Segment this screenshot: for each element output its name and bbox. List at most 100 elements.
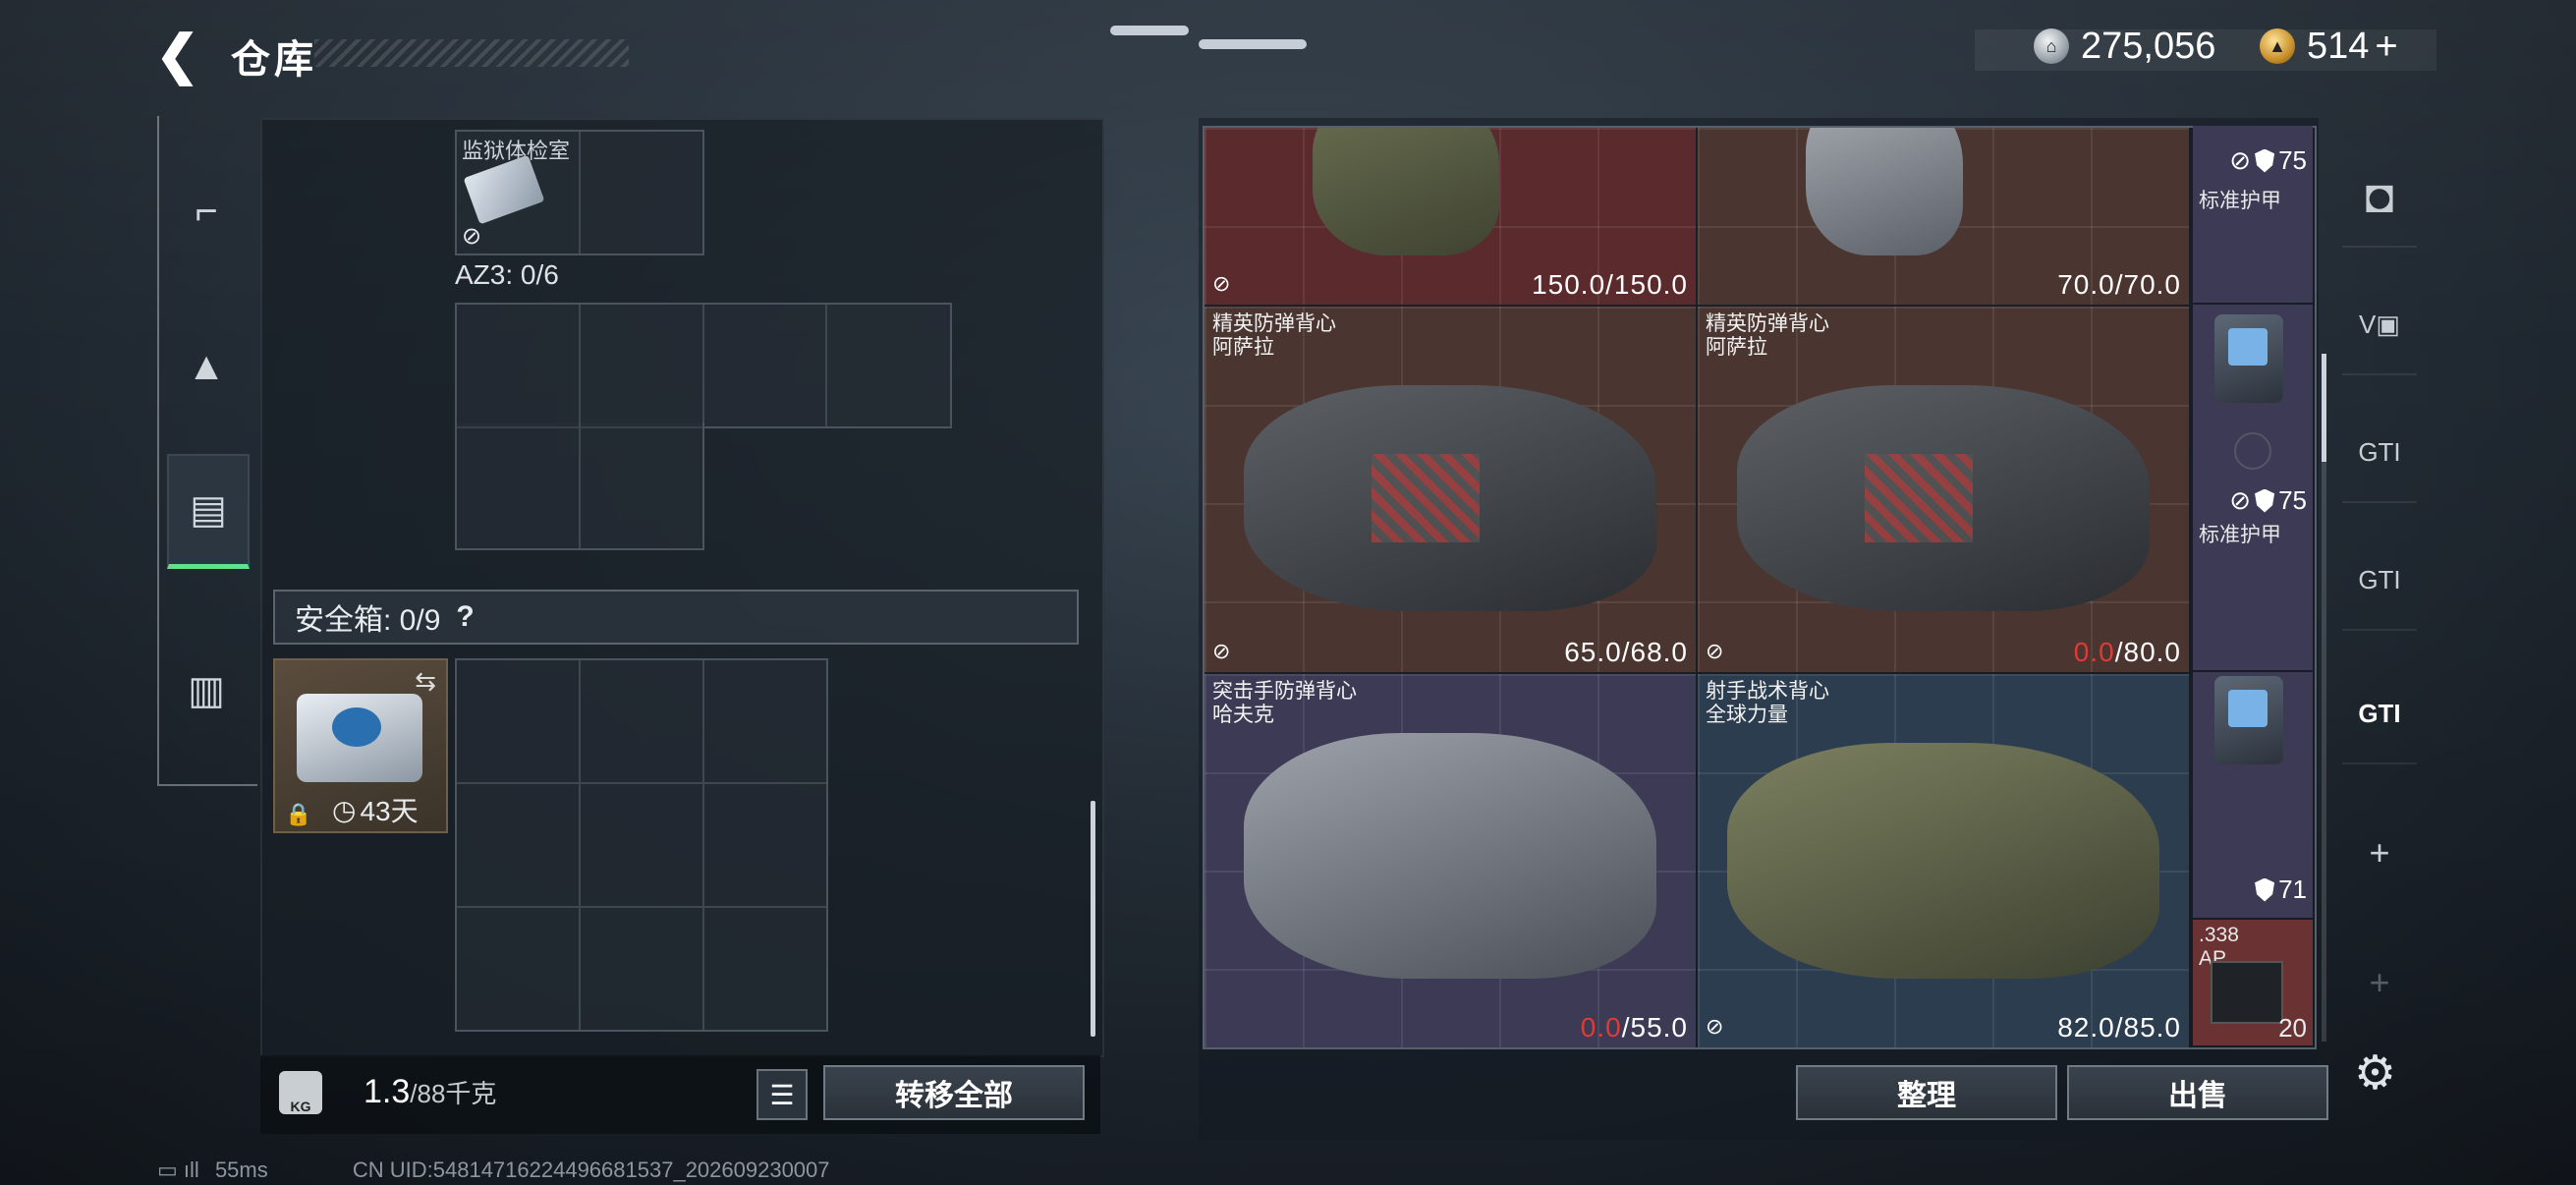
vest-pattern [1865, 454, 1973, 542]
vest-image [1244, 733, 1656, 979]
gti-rifle-icon[interactable]: GTI [2342, 403, 2417, 503]
safe-box-header: 安全箱: 0/9 ? [273, 590, 1079, 645]
ping-value: 55ms [214, 1157, 268, 1182]
signal-icon: ıll [183, 1157, 199, 1182]
add-gold-icon[interactable]: + [2375, 25, 2397, 69]
right-scrollbar[interactable] [2322, 354, 2326, 462]
gold-amount: 514 [2307, 25, 2370, 67]
az3-grid-bottom[interactable] [455, 423, 704, 550]
silver-amount: 275,056 [2081, 25, 2216, 67]
shield-icon [2255, 488, 2275, 513]
toolbox-icon: ▥ [188, 669, 225, 712]
item-name: 射手战术背心 全球力量 [1706, 680, 1829, 726]
gold-currency[interactable]: ▲ 514 + [2260, 22, 2398, 71]
gold-coin-icon: ▲ [2260, 28, 2295, 64]
safe-days: 43天 [360, 796, 419, 826]
helmet-icon[interactable]: ◘ [2342, 147, 2417, 248]
vest-image [1727, 743, 2159, 979]
sell-button[interactable]: 出售 [2067, 1065, 2328, 1120]
armor-level: ⊘ 75 [2229, 145, 2307, 175]
item-name: 精英防弹背心 阿萨拉 [1212, 312, 1336, 359]
no-trade-icon: ⊘ [462, 223, 482, 250]
silver-coin-icon: ⌂ [2034, 28, 2069, 64]
empty-slot-icon [2234, 432, 2271, 470]
az3-grid-top[interactable] [455, 303, 952, 428]
no-trade-icon: ⊘ [2229, 145, 2252, 175]
armor-label: 标准护甲 [2199, 190, 2281, 212]
back-arrow-icon[interactable]: ❮ [155, 26, 204, 85]
shield-icon [2255, 148, 2275, 173]
ceiling-light [1110, 26, 1189, 35]
tab-toolbox[interactable]: ▥ [167, 637, 246, 745]
clipboard-icon: ▤ [190, 488, 227, 532]
organize-button[interactable]: 整理 [1796, 1065, 2057, 1120]
add-icon[interactable]: + [2342, 804, 2417, 902]
vest-image [1806, 128, 1963, 255]
no-trade-icon: ⊘ [1212, 639, 1231, 663]
item-durability: 70.0/70.0 [2057, 269, 2181, 300]
safe-box-grid[interactable] [455, 658, 828, 1032]
item-name: 突击手防弹背心 哈夫克 [1212, 680, 1357, 726]
clock-icon: ◷ [332, 794, 357, 825]
gti-stack-icon[interactable]: GTI [2342, 664, 2417, 764]
gun-attachment-icon[interactable]: V▣ [2342, 275, 2417, 375]
item-cell[interactable]: 70.0/70.0 [1698, 128, 2189, 305]
ceiling-light [1199, 39, 1307, 49]
armor-label: 标准护甲 [2199, 524, 2281, 546]
ammo-box-image [2211, 961, 2283, 1024]
add-icon-disabled: + [2369, 962, 2390, 1002]
item-durability: 82.0/85.0 [2057, 1012, 2181, 1043]
battery-icon: ▭ [157, 1157, 178, 1182]
uid-text: CN UID:5481471622449668153​7_20260923000… [352, 1157, 830, 1182]
item-cell[interactable]: 突击手防弹背心 哈夫克 0.0/55.0 [1204, 674, 1696, 1047]
helmet-visor [2228, 690, 2268, 727]
vest-image [1313, 128, 1499, 255]
item-durability: 65.0/68.0 [1564, 637, 1688, 667]
safe-duration: ◷ 43天 [332, 790, 419, 829]
tab-backpack[interactable]: ▲ [167, 312, 246, 421]
lock-icon: 🔒 [285, 802, 312, 826]
item-cell[interactable]: 射手战术背心 全球力量 ⊘ 82.0/85.0 [1698, 674, 2189, 1047]
tab-storage[interactable]: ▤ [167, 454, 250, 569]
safe-box-label: 安全箱: 0/9 [295, 604, 441, 637]
silver-currency: ⌂ 275,056 [2034, 22, 2215, 71]
status-bar: ▭ ıll 55ms CN UID:5481471622449668153​7_… [157, 1157, 830, 1183]
safe-box-item[interactable]: ⇆ 🔒 ◷ 43天 [273, 658, 448, 833]
no-trade-icon: ⊘ [1706, 1014, 1724, 1039]
transfer-all-button[interactable]: 转移全部 [823, 1065, 1085, 1120]
no-trade-icon: ⊘ [1212, 271, 1231, 296]
swap-icon[interactable]: ⇆ [415, 666, 436, 697]
left-scrollbar[interactable] [1091, 801, 1095, 1037]
title-decoration [314, 39, 629, 67]
backpack-icon: ▲ [187, 344, 226, 388]
no-trade-icon: ⊘ [1706, 639, 1724, 663]
ammo-count: 20 [2278, 1013, 2307, 1043]
tab-weapons[interactable]: ⌐ [167, 157, 246, 265]
safe-box-emblem [332, 707, 381, 747]
weight-kg-icon: KG [279, 1071, 322, 1114]
helmet-cell[interactable]: ⊘ 75 标准护甲 [2193, 305, 2313, 670]
list-view-button[interactable]: ☰ [756, 1069, 808, 1120]
az3-label: AZ3: 0/6 [455, 259, 559, 290]
side-column: ⊘ 75 标准护甲 ⊘ 75 标准护甲 71 .338 AP 20 [2193, 126, 2313, 1045]
item-cell[interactable]: 精英防弹背心 阿萨拉 ⊘ 0.0/80.0 [1698, 307, 2189, 672]
weight-value: 1.3 [364, 1073, 411, 1110]
item-name: 精英防弹背心 阿萨拉 [1706, 312, 1829, 359]
helmet-visor [2228, 328, 2268, 366]
item-cell[interactable]: ⊘ 150.0/150.0 [1204, 128, 1696, 305]
item-durability: 0.0/80.0 [2073, 637, 2181, 667]
ammo-cell[interactable]: .338 AP 20 [2193, 920, 2313, 1045]
helmet-cell[interactable]: 71 [2193, 672, 2313, 918]
no-trade-icon: ⊘ [2229, 485, 2252, 515]
armor-level: 71 [2255, 875, 2307, 905]
settings-gear-icon[interactable]: ⚙ [2354, 1045, 2396, 1100]
list-icon: ☰ [769, 1079, 795, 1110]
item-cell[interactable]: 精英防弹背心 阿萨拉 ⊘ 65.0/68.0 [1204, 307, 1696, 672]
vest-pattern [1372, 454, 1480, 542]
helmet-cell[interactable]: ⊘ 75 标准护甲 [2193, 126, 2313, 303]
stash-grid: ⊘ 150.0/150.0 70.0/70.0 精英防弹背心 阿萨拉 ⊘ 65.0… [1203, 126, 2317, 1049]
item-durability: 0.0/55.0 [1580, 1012, 1688, 1043]
help-icon[interactable]: ? [456, 600, 474, 634]
weight-readout: 1.3/88千克 [364, 1073, 496, 1111]
gti-pistol-icon[interactable]: GTI [2342, 531, 2417, 631]
